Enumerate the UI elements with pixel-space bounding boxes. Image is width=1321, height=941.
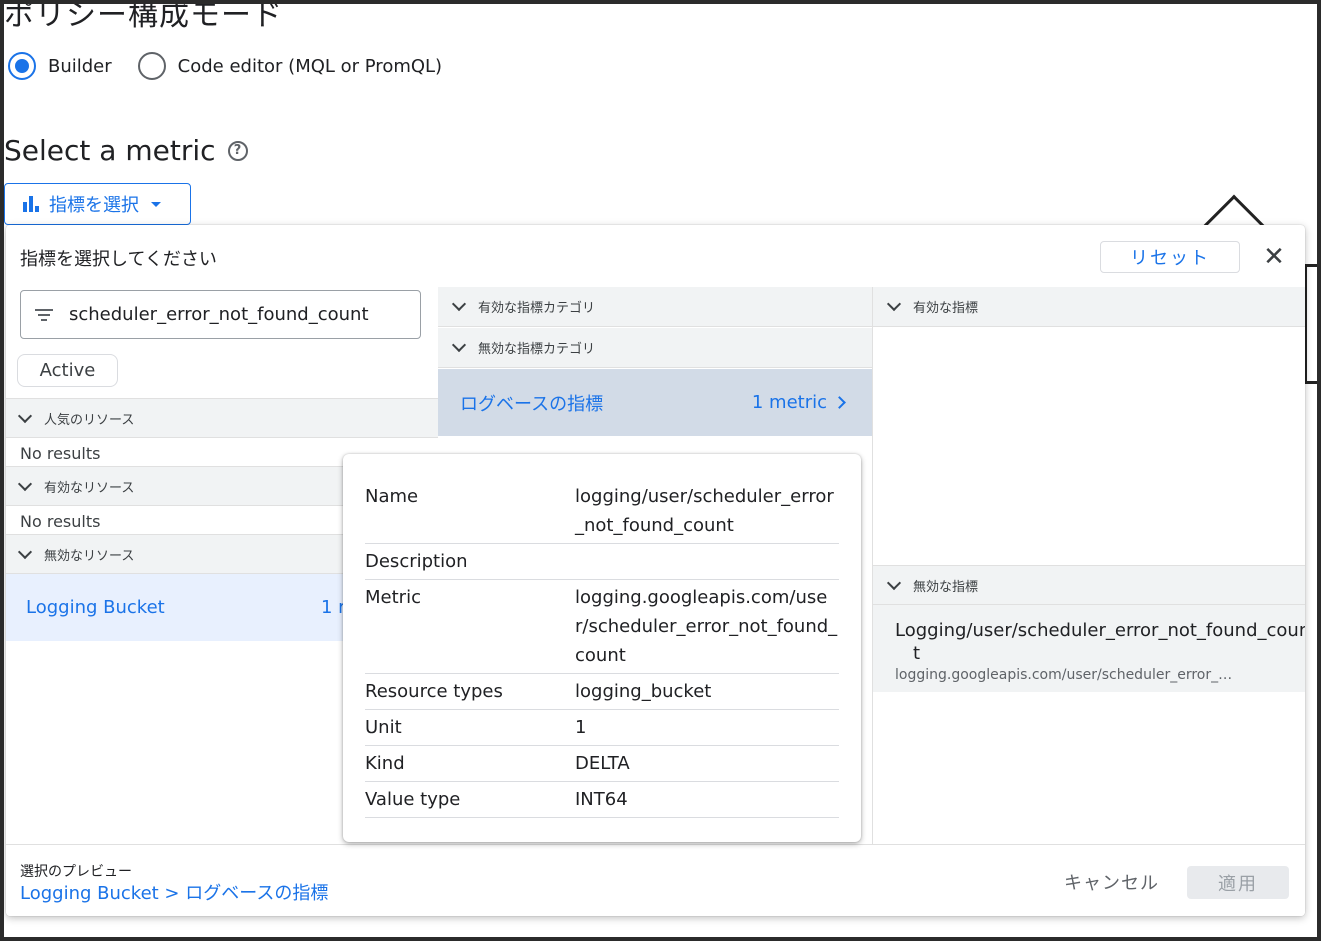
chevron-down-icon bbox=[886, 575, 902, 590]
metric-item-name-line1: Logging/user/scheduler_error_not_found_c… bbox=[895, 620, 1305, 641]
category-item-log-based[interactable]: ログベースの指標 1 metric bbox=[438, 369, 872, 436]
metric-column: 有効な指標 無効な指標 Logging/user/scheduler_error… bbox=[872, 287, 1305, 847]
inactive-categories-header[interactable]: 無効な指標カテゴリ bbox=[438, 328, 872, 368]
tooltip-label: Unit bbox=[365, 717, 402, 738]
builder-radio[interactable] bbox=[8, 52, 36, 80]
filter-icon bbox=[35, 307, 53, 322]
category-item-count: 1 metric bbox=[751, 392, 846, 413]
tooltip-row-metric: Metric logging.googleapis.com/user/sched… bbox=[365, 580, 839, 674]
preview-label: 選択のプレビュー bbox=[20, 864, 132, 880]
resource-item-count: 1 r bbox=[321, 597, 346, 618]
metric-item[interactable]: Logging/user/scheduler_error_not_found_c… bbox=[873, 605, 1305, 692]
metric-item-name: Logging/user/scheduler_error_not_found_c… bbox=[895, 619, 1305, 665]
tooltip-value: logging_bucket bbox=[575, 681, 712, 702]
inactive-resources-label: 無効なリソース bbox=[44, 548, 135, 564]
active-metrics-header[interactable]: 有効な指標 bbox=[873, 287, 1305, 327]
page-title: ポリシー構成モード bbox=[4, 4, 283, 33]
select-metric-button-label: 指標を選択 bbox=[49, 195, 139, 216]
tooltip-value: logging.googleapis.com/user/scheduler_er… bbox=[575, 587, 838, 666]
tooltip-value: INT64 bbox=[575, 789, 628, 810]
chevron-down-icon bbox=[451, 296, 467, 312]
code-editor-radio[interactable] bbox=[137, 52, 166, 80]
inactive-metrics-header[interactable]: 無効な指標 bbox=[873, 565, 1305, 605]
tooltip-row-value-type: Value type INT64 bbox=[365, 782, 839, 818]
inactive-categories-label: 無効な指標カテゴリ bbox=[478, 342, 596, 357]
resource-item-label: Logging Bucket bbox=[26, 597, 165, 618]
category-item-label: ログベースの指標 bbox=[460, 393, 604, 415]
chevron-down-icon bbox=[17, 408, 33, 423]
code-editor-radio-option[interactable]: Code editor (MQL or PromQL) bbox=[137, 52, 443, 80]
tooltip-label: Description bbox=[365, 551, 468, 572]
tooltip-value bbox=[575, 544, 839, 579]
tooltip-row-kind: Kind DELTA bbox=[365, 746, 839, 782]
tooltip-label: Name bbox=[365, 486, 419, 507]
tooltip-label: Metric bbox=[365, 587, 421, 608]
tooltip-label: Kind bbox=[365, 753, 405, 774]
active-no-results: No results bbox=[20, 512, 101, 531]
dialog-footer: 選択のプレビュー Logging Bucket > ログベースの指標 キャンセル… bbox=[6, 844, 1305, 916]
select-metric-heading: Select a metric ? bbox=[4, 134, 248, 167]
caret-down-icon bbox=[151, 201, 161, 207]
active-categories-label: 有効な指標カテゴリ bbox=[478, 301, 596, 316]
chevron-down-icon bbox=[17, 476, 33, 491]
filter-value: scheduler_error_not_found_count bbox=[69, 304, 369, 325]
apply-button[interactable]: 適用 bbox=[1187, 866, 1289, 899]
popular-resources-header[interactable]: 人気のリソース bbox=[6, 398, 438, 438]
tooltip-label: Value type bbox=[365, 789, 461, 810]
popular-resources-label: 人気のリソース bbox=[44, 412, 135, 428]
chevron-down-icon bbox=[17, 544, 33, 559]
reset-button[interactable]: リセット bbox=[1100, 241, 1240, 273]
code-editor-radio-label: Code editor (MQL or PromQL) bbox=[177, 55, 443, 77]
tooltip-row-unit: Unit 1 bbox=[365, 710, 839, 746]
close-icon[interactable]: ✕ bbox=[1262, 242, 1286, 272]
chevron-down-icon bbox=[886, 296, 902, 312]
builder-radio-label: Builder bbox=[48, 55, 112, 77]
preview-path[interactable]: Logging Bucket > ログベースの指標 bbox=[20, 879, 328, 905]
builder-radio-option[interactable]: Builder bbox=[8, 52, 112, 80]
tooltip-row-resource-types: Resource types logging_bucket bbox=[365, 674, 839, 710]
filter-input[interactable]: scheduler_error_not_found_count bbox=[20, 290, 421, 339]
chevron-down-icon bbox=[451, 337, 467, 353]
active-metrics-label: 有効な指標 bbox=[913, 301, 979, 316]
tooltip-value: logging/user/scheduler_error_not_found_c… bbox=[575, 486, 834, 536]
tooltip-label: Resource types bbox=[365, 681, 503, 702]
select-metric-title: Select a metric bbox=[4, 134, 216, 167]
dialog-title: 指標を選択してください bbox=[20, 249, 217, 270]
tooltip-value: DELTA bbox=[575, 753, 630, 774]
bar-chart-icon bbox=[23, 196, 41, 212]
inactive-metrics-label: 無効な指標 bbox=[913, 579, 979, 595]
background-diagram-box bbox=[1304, 264, 1317, 384]
active-filter-chip[interactable]: Active bbox=[17, 354, 118, 387]
metric-details-tooltip: Name logging/user/scheduler_error_not_fo… bbox=[343, 454, 861, 842]
policy-config-page: ポリシー構成モード Builder Code editor (MQL or Pr… bbox=[4, 4, 1317, 937]
cancel-button[interactable]: キャンセル bbox=[1064, 869, 1159, 895]
metric-item-path: logging.googleapis.com/user/scheduler_er… bbox=[895, 667, 1235, 683]
category-item-count-text: 1 metric bbox=[751, 392, 827, 413]
tooltip-row-name: Name logging/user/scheduler_error_not_fo… bbox=[365, 479, 839, 544]
tooltip-value: 1 bbox=[575, 717, 587, 738]
mode-radio-group: Builder Code editor (MQL or PromQL) bbox=[8, 52, 468, 80]
popular-no-results: No results bbox=[20, 444, 101, 463]
select-metric-button[interactable]: 指標を選択 bbox=[4, 183, 191, 225]
active-resources-label: 有効なリソース bbox=[44, 480, 135, 496]
tooltip-row-description: Description bbox=[365, 544, 839, 580]
chevron-right-icon bbox=[833, 396, 846, 409]
active-categories-header[interactable]: 有効な指標カテゴリ bbox=[438, 287, 872, 327]
metric-item-name-line2: t bbox=[913, 643, 921, 664]
help-icon[interactable]: ? bbox=[227, 140, 248, 161]
